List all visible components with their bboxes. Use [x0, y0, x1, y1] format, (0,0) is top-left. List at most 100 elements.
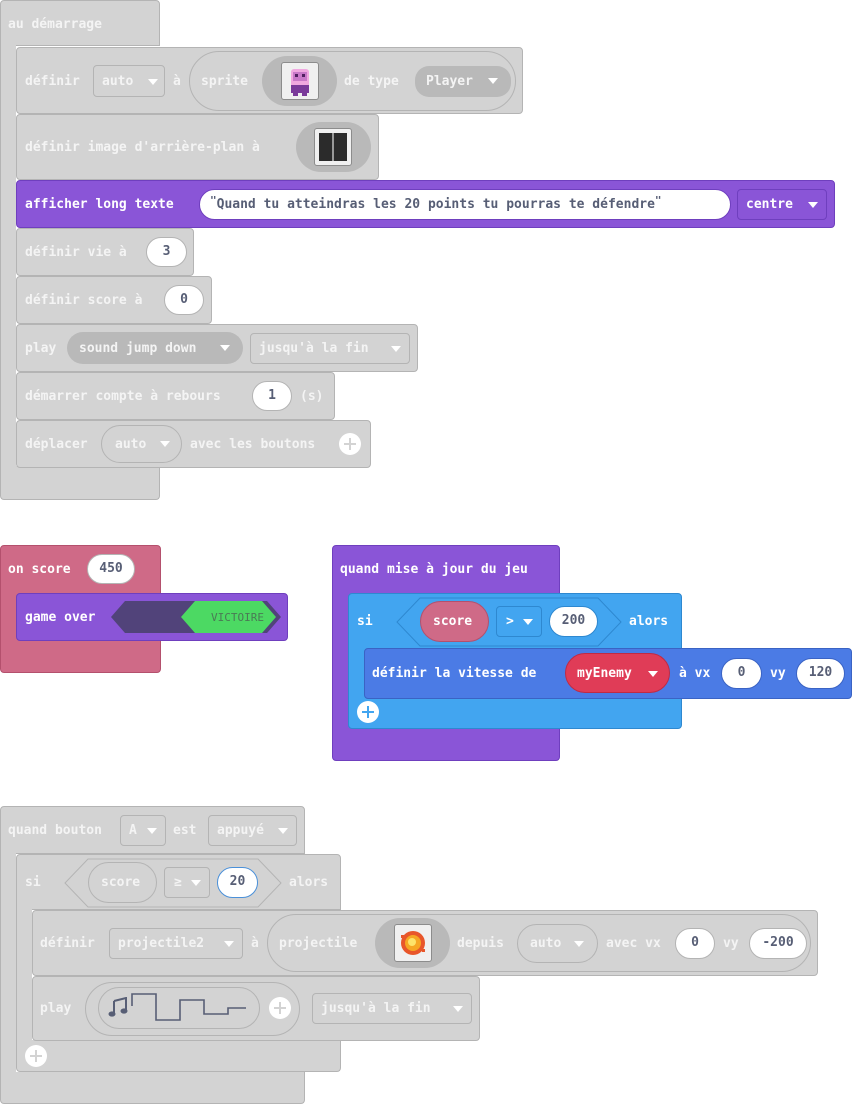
- projectile-vx-label: avec vx: [606, 936, 661, 951]
- background-image-icon: [314, 128, 352, 166]
- long-text-input[interactable]: "Quand tu atteindras les 20 points tu po…: [199, 189, 731, 220]
- projectile-source-dropdown[interactable]: auto: [517, 924, 598, 963]
- on-start-label: au démarrage: [8, 17, 102, 32]
- on-start-body-rail: [0, 45, 16, 475]
- text-position-dropdown[interactable]: centre: [737, 189, 827, 220]
- chevron-down-icon: [224, 941, 234, 947]
- on-score-value-input[interactable]: 450: [87, 554, 135, 584]
- melody-field[interactable]: [98, 987, 260, 1029]
- countdown-value-input[interactable]: 1: [252, 381, 292, 411]
- projectile-vy-input[interactable]: -200: [749, 928, 807, 959]
- countdown-unit: (s): [300, 389, 324, 404]
- long-text-value: "Quand tu atteindras les 20 points tu po…: [210, 194, 662, 212]
- operator-label-disabled: ≥: [174, 875, 182, 890]
- if-label-disabled: si: [25, 875, 41, 890]
- projectile-vx-input[interactable]: 0: [675, 928, 715, 959]
- if-label: si: [357, 614, 373, 629]
- set-life-label: définir vie à: [25, 245, 127, 260]
- add-else-plus-icon[interactable]: [25, 1045, 47, 1067]
- set-projectile-to-label: à: [251, 936, 259, 951]
- enemy-sprite-dropdown[interactable]: myEnemy: [565, 653, 670, 693]
- then-label: alors: [629, 614, 669, 629]
- if-block-rail: [16, 908, 32, 1043]
- score-variable-label-disabled: score: [101, 875, 141, 890]
- projectile-source-label: auto: [530, 936, 562, 951]
- quote-close-icon: ": [654, 194, 662, 207]
- set-projectile-define-label: définir: [40, 936, 95, 951]
- chevron-down-icon: [191, 880, 201, 886]
- variable-dropdown-auto[interactable]: auto: [93, 65, 165, 97]
- compare-value-input-disabled[interactable]: 20: [217, 867, 258, 898]
- chevron-down-icon: [453, 1006, 463, 1012]
- expand-plus-icon[interactable]: [269, 997, 291, 1019]
- sprite-kind-label: Player: [426, 74, 473, 89]
- vx-label: à vx: [679, 666, 711, 681]
- melody-until-label: jusqu'à la fin: [321, 1001, 431, 1016]
- button-dropdown[interactable]: A: [120, 815, 166, 846]
- background-image-slot[interactable]: [296, 122, 371, 172]
- on-start-footer: [0, 466, 160, 500]
- then-label-disabled: alors: [289, 875, 329, 890]
- compare-value-input[interactable]: 200: [549, 606, 598, 637]
- add-else-plus-icon[interactable]: [357, 701, 379, 723]
- on-button-footer: [0, 1072, 305, 1104]
- chevron-down-icon: [574, 941, 584, 947]
- chevron-down-icon: [148, 79, 158, 85]
- on-button-prefix: quand bouton: [8, 823, 102, 838]
- on-button-mid: est: [173, 823, 197, 838]
- score-variable-label: score: [433, 614, 473, 629]
- vy-input[interactable]: 120: [796, 658, 845, 689]
- score-variable-reporter-disabled[interactable]: score: [88, 862, 157, 903]
- set-sprite-to-label: à: [173, 74, 181, 89]
- melody-until-dropdown[interactable]: jusqu'à la fin: [312, 993, 472, 1024]
- projectile-variable-dropdown[interactable]: projectile2: [109, 928, 243, 959]
- on-button-body-rail: [0, 853, 16, 1075]
- player-sprite-icon: [281, 62, 319, 100]
- countdown-label: démarrer compte à rebours: [25, 389, 221, 404]
- score-value-input[interactable]: 0: [164, 285, 204, 315]
- sprite-image-slot[interactable]: [262, 56, 337, 106]
- sprite-kind-dropdown[interactable]: Player: [415, 66, 511, 97]
- chevron-down-icon: [488, 78, 498, 84]
- vx-input[interactable]: 0: [721, 658, 762, 689]
- enemy-sprite-label: myEnemy: [577, 666, 632, 681]
- expand-plus-icon[interactable]: [339, 433, 361, 455]
- operator-dropdown[interactable]: >: [496, 606, 542, 637]
- projectile-image-slot[interactable]: [375, 918, 450, 968]
- quote-open-icon: ": [210, 194, 217, 207]
- victory-toggle-label: VICTOIRE: [211, 611, 264, 624]
- operator-dropdown-disabled[interactable]: ≥: [164, 867, 210, 898]
- life-value-input[interactable]: 3: [146, 237, 187, 267]
- play-label: play: [25, 341, 57, 356]
- play-until-label: jusqu'à la fin: [259, 341, 369, 356]
- chevron-down-icon: [648, 671, 658, 677]
- fireball-sprite-icon: [394, 924, 432, 962]
- set-velocity-label: définir la vitesse de: [372, 666, 537, 681]
- projectile-label: projectile: [279, 936, 358, 951]
- on-score-label: on score: [8, 562, 71, 577]
- projectile-from-label: depuis: [457, 936, 504, 951]
- sprite-label: sprite: [201, 74, 248, 89]
- chevron-down-icon: [523, 619, 533, 625]
- chevron-down-icon: [808, 202, 818, 208]
- set-background-label: définir image d'arrière-plan à: [25, 140, 260, 155]
- of-type-label: de type: [344, 74, 399, 89]
- button-state-label: appuyé: [217, 823, 264, 838]
- sound-dropdown[interactable]: sound jump down: [67, 332, 243, 364]
- play-melody-label: play: [40, 1001, 72, 1016]
- projectile-variable-label: projectile2: [118, 936, 205, 951]
- vy-label: vy: [770, 666, 786, 681]
- music-note-icon: [108, 997, 128, 1017]
- projectile-vy-label: vy: [723, 936, 739, 951]
- chevron-down-icon: [147, 828, 157, 834]
- move-variable-dropdown[interactable]: auto: [101, 425, 182, 463]
- with-buttons-label: avec les boutons: [190, 437, 316, 452]
- on-update-label: quand mise à jour du jeu: [340, 562, 528, 577]
- operator-label: >: [506, 614, 514, 629]
- button-state-dropdown[interactable]: appuyé: [208, 815, 297, 846]
- score-variable-reporter[interactable]: score: [420, 601, 489, 642]
- game-over-label: game over: [25, 610, 96, 625]
- variable-dropdown-label: auto: [102, 74, 134, 89]
- set-sprite-define-label: définir: [25, 74, 80, 89]
- play-until-dropdown[interactable]: jusqu'à la fin: [250, 333, 410, 364]
